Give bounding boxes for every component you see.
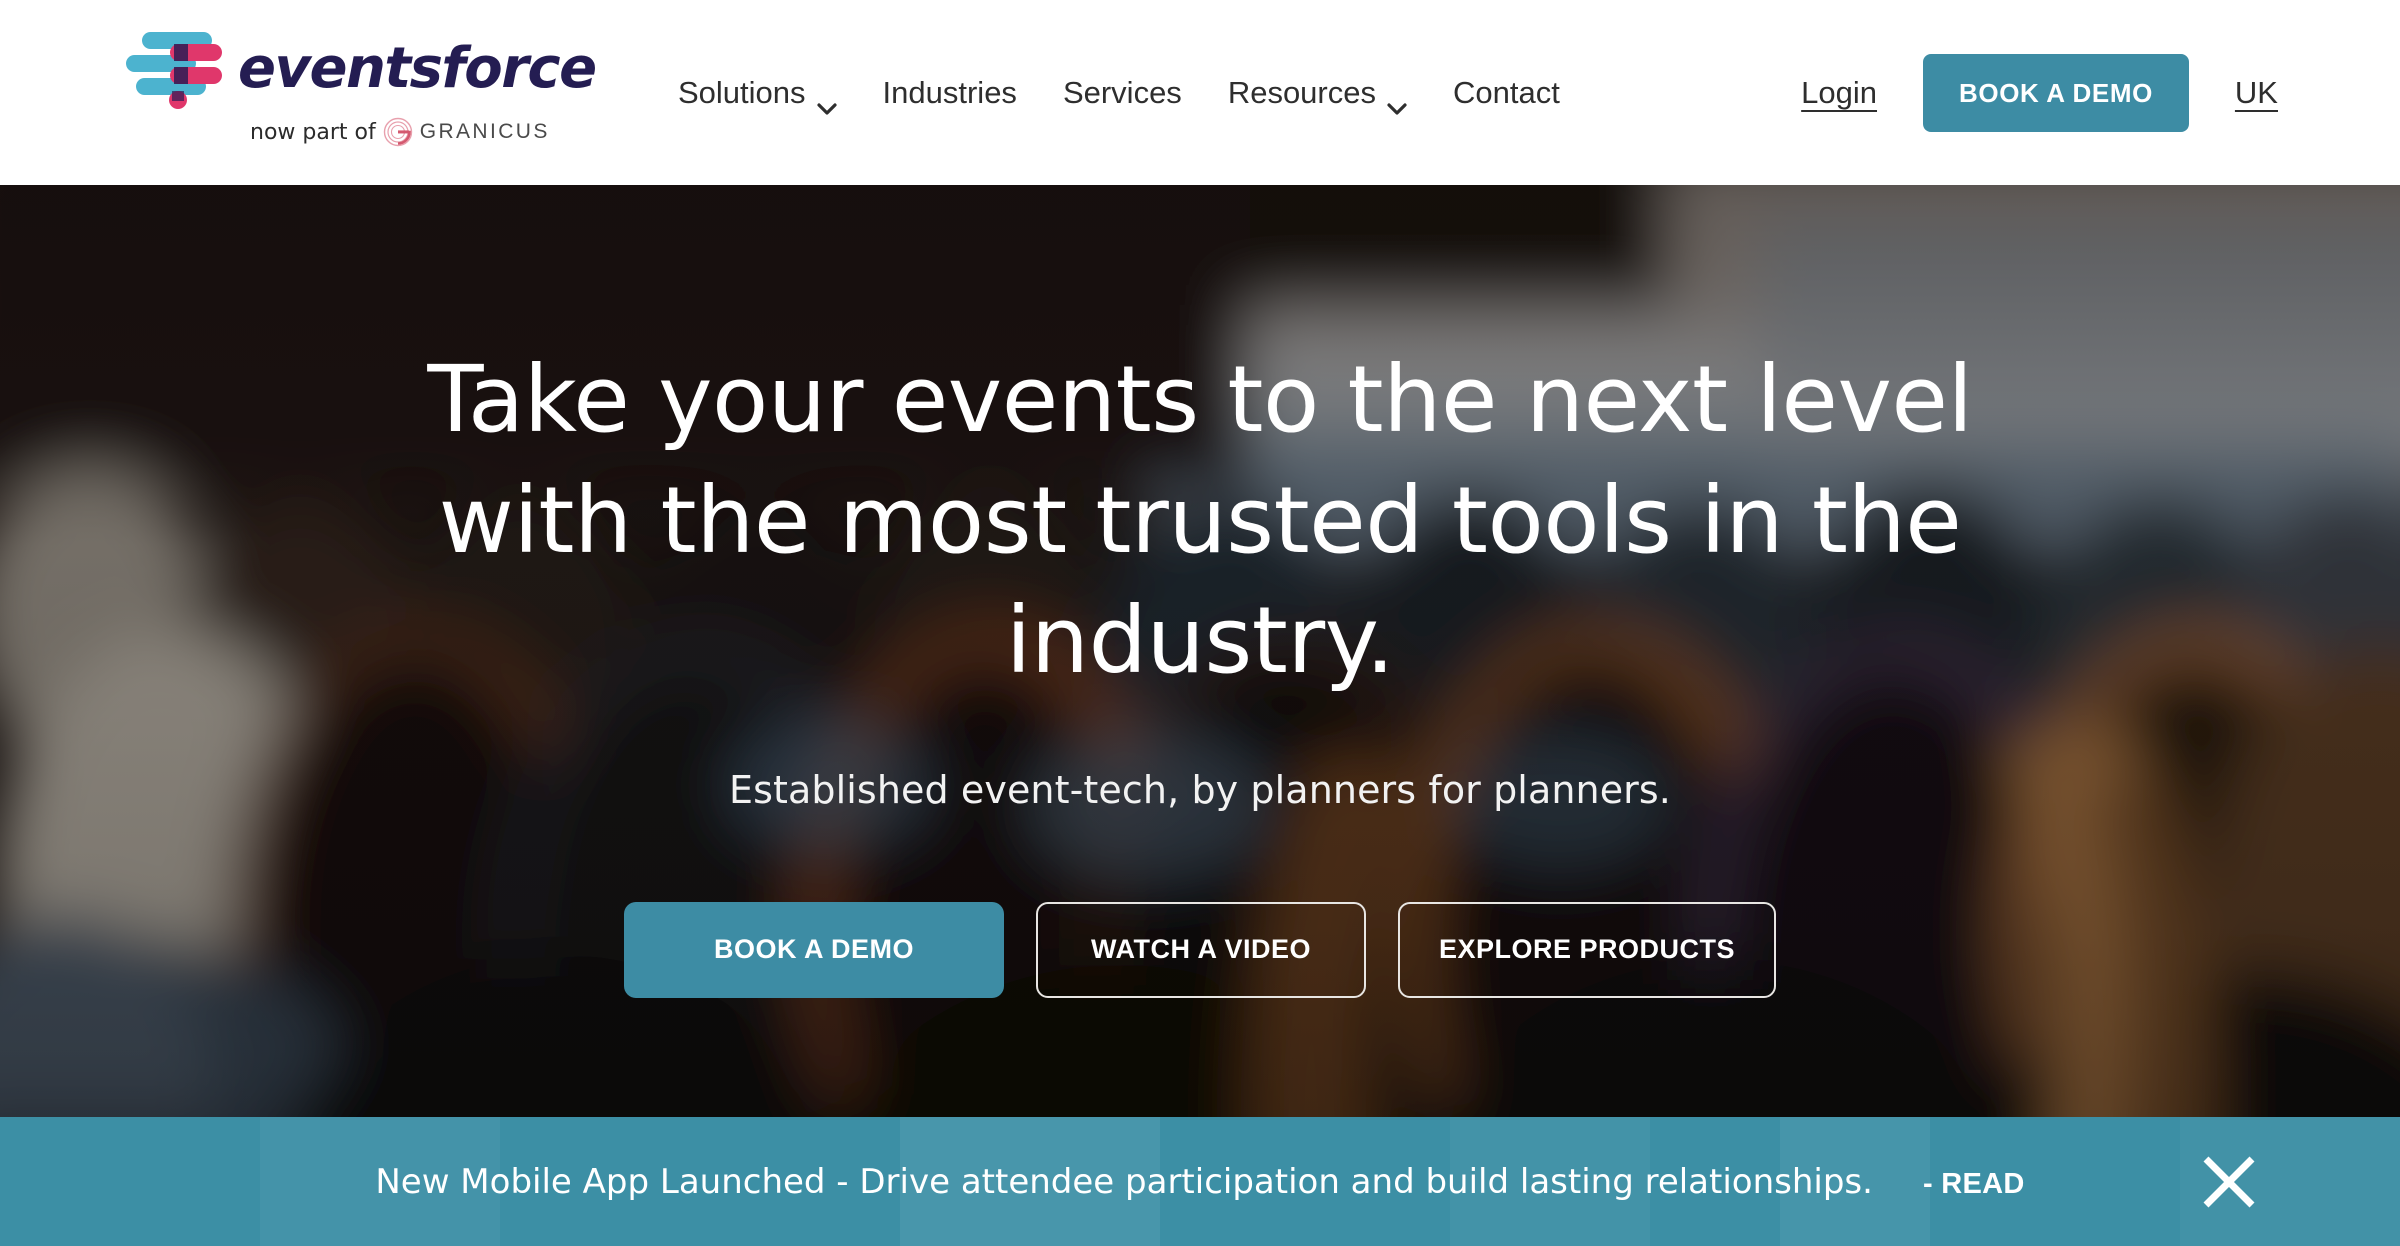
nav-label-services: Services [1062,74,1182,110]
logo-row: eventsforce [118,28,597,110]
book-a-demo-button[interactable]: BOOK A DEMO [1923,53,2189,132]
banner-message-group: New Mobile App Launched - Drive attendee… [375,1162,2024,1202]
banner-message: New Mobile App Launched - Drive attendee… [375,1161,1873,1202]
announcement-banner: New Mobile App Launched - Drive attendee… [0,1117,2400,1246]
hero-explore-products-button[interactable]: EXPLORE PRODUCTS [1398,901,1776,998]
logo-tagline: now part of [250,119,376,145]
hero-content: Take your events to the next level with … [0,185,2400,1246]
nav-item-solutions[interactable]: Solutions [655,74,860,115]
close-x-icon[interactable] [2198,1151,2260,1213]
granicus-g-icon [383,117,413,147]
hero-cta-group: BOOK A DEMO WATCH A VIDEO EXPLORE PRODUC… [624,901,1776,998]
nav-label-resources: Resources [1227,74,1376,110]
chevron-down-icon [816,87,837,115]
nav-item-services[interactable]: Services [1040,75,1205,111]
granicus-wordmark: GRANICUS [419,120,550,143]
nav-item-industries[interactable]: Industries [860,75,1040,111]
eventsforce-bars-logo-icon [118,28,224,110]
hero-watch-a-video-button[interactable]: WATCH A VIDEO [1036,901,1366,998]
primary-navigation: Solutions Industries Services Resources … [655,0,1583,185]
site-header: eventsforce now part of GRANICUS Solutio… [0,0,2400,185]
logo-wordmark: eventsforce [238,36,597,101]
hero-book-a-demo-button[interactable]: BOOK A DEMO [624,901,1004,998]
hero-headline: Take your events to the next level with … [427,346,1973,695]
nav-item-resources[interactable]: Resources [1205,74,1430,115]
hero-section: Take your events to the next level with … [0,185,2400,1246]
page-root: eventsforce now part of GRANICUS Solutio… [0,0,2400,1246]
banner-read-link[interactable]: - READ [1923,1168,2025,1201]
chevron-down-icon [1387,87,1407,115]
nav-label-industries: Industries [882,74,1017,110]
nav-item-contact[interactable]: Contact [1430,75,1583,111]
locale-switcher-uk[interactable]: UK [2235,75,2278,111]
header-actions: Login BOOK A DEMO UK [1801,0,2278,185]
nav-label-contact: Contact [1453,74,1560,110]
login-link[interactable]: Login [1801,75,1877,111]
hero-subheadline: Established event-tech, by planners for … [729,767,1671,812]
logo-parent-brand: now part of GRANICUS [250,117,550,147]
nav-label-solutions: Solutions [678,74,806,110]
site-logo[interactable]: eventsforce now part of GRANICUS [118,28,597,147]
